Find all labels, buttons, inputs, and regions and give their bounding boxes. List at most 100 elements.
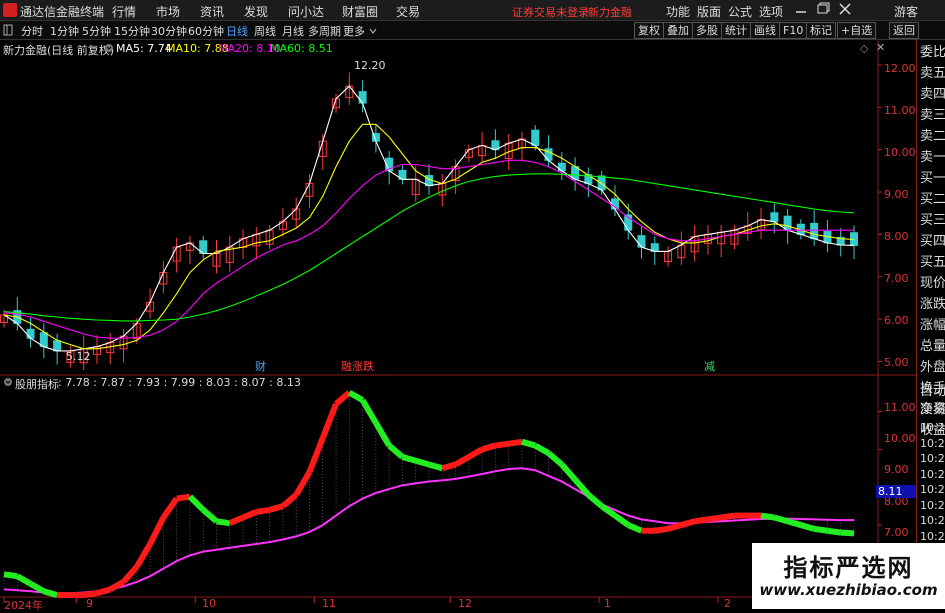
- indicator-down-step: [401, 454, 417, 464]
- period-15min[interactable]: 15分钟: [114, 23, 150, 39]
- menu-wenxiaoda[interactable]: 问小达: [288, 3, 324, 20]
- indicator-down-step: [373, 421, 392, 448]
- x-tick-year: 2024年: [4, 599, 43, 612]
- main-y-tick: 7.00: [884, 272, 909, 285]
- low-price-marker: 5.12: [66, 350, 91, 363]
- period-1min[interactable]: 1分钟: [50, 23, 79, 39]
- main-y-tick: 5.00: [884, 356, 909, 369]
- side-quote-item[interactable]: 买二: [918, 190, 945, 211]
- side-quote-item[interactable]: 涨跌: [918, 295, 945, 316]
- close-chart-icon[interactable]: ✕: [876, 41, 885, 54]
- btn-add-watchlist[interactable]: +自选: [837, 22, 877, 39]
- indicator-down-step: [760, 512, 775, 521]
- side-time-item: 10:2: [920, 514, 945, 527]
- x-tick-month: 9: [86, 597, 93, 610]
- close-icon[interactable]: [838, 1, 852, 20]
- side-quote-item[interactable]: 卖四: [918, 85, 945, 106]
- candle-body: [53, 340, 62, 352]
- ma60-line: [3, 173, 855, 322]
- side-trade-item[interactable]: 自动: [918, 383, 945, 401]
- menu-caifuquan[interactable]: 财富圈: [342, 3, 378, 20]
- btn-huaxian[interactable]: 画线: [750, 22, 780, 39]
- event-label-jian[interactable]: 减: [704, 358, 715, 374]
- side-quote-item[interactable]: 涨幅: [918, 316, 945, 337]
- indicator-up-step: [494, 440, 510, 449]
- side-quote-item[interactable]: 买五: [918, 253, 945, 274]
- title-bar: 通达信金融终端 行情 市场 资讯 发现 问小达 财富圈 交易 证券交易未登录 新…: [0, 0, 945, 21]
- event-label-rongzhangdie[interactable]: 融涨跌: [341, 358, 374, 374]
- menu-gongneng[interactable]: 功能: [666, 3, 690, 20]
- indicator-up-step: [467, 446, 484, 460]
- broker-name: 新力金融: [588, 6, 632, 19]
- legend-toggle-icon[interactable]: [104, 42, 114, 57]
- candle-body: [26, 328, 35, 339]
- period-monthly[interactable]: 月线: [282, 23, 304, 39]
- indicator-down-step: [414, 457, 430, 468]
- indicator-down-step: [813, 525, 828, 534]
- expand-diamond-icon[interactable]: ◇: [860, 42, 868, 55]
- menu-hangqing[interactable]: 行情: [112, 3, 136, 20]
- toolbar-toggle-icon[interactable]: [3, 24, 13, 39]
- minimize-icon[interactable]: [794, 1, 808, 20]
- period-daily[interactable]: 日线: [226, 23, 248, 39]
- side-quote-item[interactable]: 买四: [918, 232, 945, 253]
- period-60min[interactable]: 60分钟: [188, 23, 224, 39]
- menu-gongshi[interactable]: 公式: [728, 3, 752, 20]
- kline-chart-area[interactable]: [0, 40, 916, 609]
- period-5min[interactable]: 5分钟: [82, 23, 111, 39]
- side-quote-item[interactable]: 买三: [918, 211, 945, 232]
- side-quote-item[interactable]: 卖三: [918, 106, 945, 127]
- side-quote-item[interactable]: 现价: [918, 274, 945, 295]
- login-notice[interactable]: 证券交易未登录: [512, 4, 589, 20]
- btn-tongji[interactable]: 统计: [721, 22, 751, 39]
- menu-banmian[interactable]: 版面: [697, 3, 721, 20]
- side-trade-item[interactable]: 交易: [918, 401, 945, 419]
- indicator-up-step: [96, 586, 112, 597]
- menu-xuanxiang[interactable]: 选项: [759, 3, 783, 20]
- btn-diejia[interactable]: 叠加: [663, 22, 693, 39]
- main-y-tick: 10.00: [884, 146, 916, 159]
- sub-legend-toggle-icon[interactable]: [3, 376, 13, 391]
- period-more[interactable]: 更多: [343, 23, 365, 39]
- side-quote-item[interactable]: 卖一: [918, 148, 945, 169]
- side-quote-item[interactable]: 卖五: [918, 64, 945, 85]
- indicator-up-step: [147, 516, 167, 546]
- menu-jiaoyi[interactable]: 交易: [396, 3, 420, 20]
- indicator-down-step: [786, 518, 802, 528]
- menu-faxian[interactable]: 发现: [244, 3, 268, 20]
- x-tick-month: 11: [322, 597, 336, 610]
- side-time-item: 10:2: [920, 498, 945, 512]
- more-chevron-down-icon[interactable]: [369, 25, 377, 38]
- btn-back[interactable]: 返回: [889, 22, 919, 39]
- side-quote-item[interactable]: 外盘: [918, 358, 945, 379]
- indicator-up-step: [241, 509, 258, 521]
- btn-duogu[interactable]: 多股: [692, 22, 722, 39]
- side-quote-item[interactable]: 卖二: [918, 127, 945, 148]
- indicator-up-step: [108, 579, 126, 593]
- side-quote-item[interactable]: 买一: [918, 169, 945, 190]
- period-multi[interactable]: 多周期: [308, 23, 341, 39]
- event-label-cai[interactable]: 财: [255, 358, 266, 374]
- restore-icon[interactable]: [816, 1, 830, 20]
- indicator-up-step: [228, 514, 245, 526]
- btn-f10[interactable]: F10: [779, 22, 808, 39]
- menu-shichang[interactable]: 市场: [156, 3, 180, 20]
- candle-body: [531, 129, 540, 146]
- indicator-down-step: [521, 438, 537, 449]
- btn-fuquan[interactable]: 复权: [634, 22, 664, 39]
- indicator-down-step: [360, 398, 379, 425]
- side-time-item: 10:2: [920, 436, 945, 450]
- side-quote-item[interactable]: 委比: [918, 43, 945, 64]
- period-fenshi[interactable]: 分时: [21, 23, 43, 39]
- indicator-down-step: [533, 442, 551, 456]
- period-weekly[interactable]: 周线: [254, 23, 276, 39]
- x-tick-month: 10: [202, 597, 216, 610]
- indicator-up-step: [83, 590, 98, 599]
- indicator-down-step: [201, 507, 219, 524]
- side-quote-item[interactable]: 总量: [918, 337, 945, 358]
- menu-zixun[interactable]: 资讯: [200, 3, 224, 20]
- indicator-up-step: [454, 454, 471, 468]
- user-label[interactable]: 游客: [894, 3, 918, 20]
- period-30min[interactable]: 30分钟: [151, 23, 187, 39]
- btn-biaoji[interactable]: 标记: [806, 22, 836, 39]
